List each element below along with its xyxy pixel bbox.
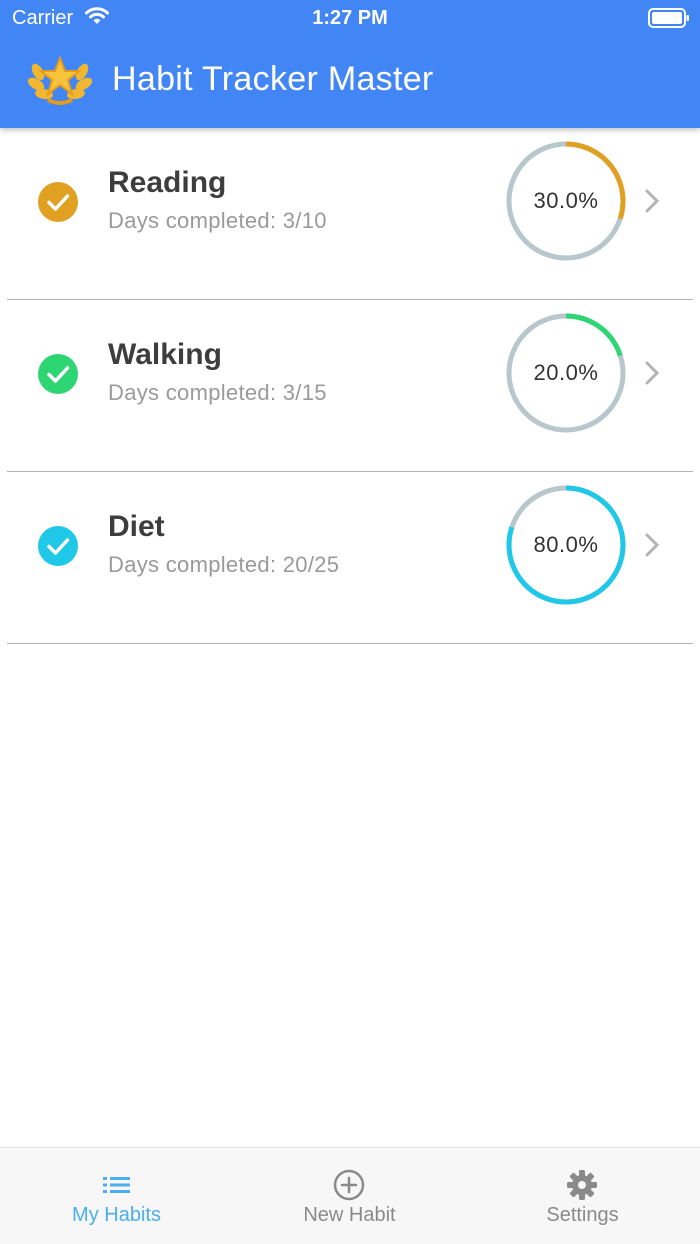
habit-days-completed: Days completed: 3/15 [108,380,327,405]
chevron-right-icon[interactable] [644,188,660,219]
chevron-right-icon[interactable] [644,360,660,391]
battery-icon [648,8,690,33]
habit-list: Reading Days completed: 3/10 30.0% Walki… [0,128,700,644]
habit-row-reading[interactable]: Reading Days completed: 3/10 30.0% [0,128,700,300]
habit-row-diet[interactable]: Diet Days completed: 20/25 80.0% [0,472,700,644]
tab-label: Settings [546,1204,619,1226]
status-time: 1:27 PM [312,7,388,29]
progress-label: 20.0% [533,360,599,385]
tab-my-habits[interactable]: My Habits [0,1148,233,1244]
chevron-right-icon[interactable] [644,532,660,563]
tab-bar: My Habits New Habit Settings [0,1147,700,1244]
tab-settings[interactable]: Settings [466,1148,699,1244]
status-bar: Carrier 1:27 PM [0,0,700,36]
plus-circle-icon [332,1168,366,1202]
habit-days-completed: Days completed: 3/10 [108,208,327,233]
divider [7,643,693,644]
tab-label: My Habits [72,1204,161,1226]
habit-name: Diet [108,510,165,543]
list-icon [100,1168,134,1202]
laurel-star-icon [27,54,93,111]
habit-row-walking[interactable]: Walking Days completed: 3/15 20.0% [0,300,700,472]
check-circle-icon[interactable] [38,182,78,222]
progress-label: 80.0% [533,532,599,557]
check-circle-icon[interactable] [38,354,78,394]
progress-label: 30.0% [533,188,599,213]
app-title: Habit Tracker Master [112,60,434,98]
habit-name: Walking [108,338,222,371]
app-header: Carrier 1:27 PM Habit Tracker Master [0,0,700,128]
gear-icon [565,1168,599,1202]
habit-name: Reading [108,166,227,199]
tab-label: New Habit [303,1204,396,1226]
tab-new-habit[interactable]: New Habit [233,1148,466,1244]
check-circle-icon[interactable] [38,526,78,566]
habit-days-completed: Days completed: 20/25 [108,552,340,577]
